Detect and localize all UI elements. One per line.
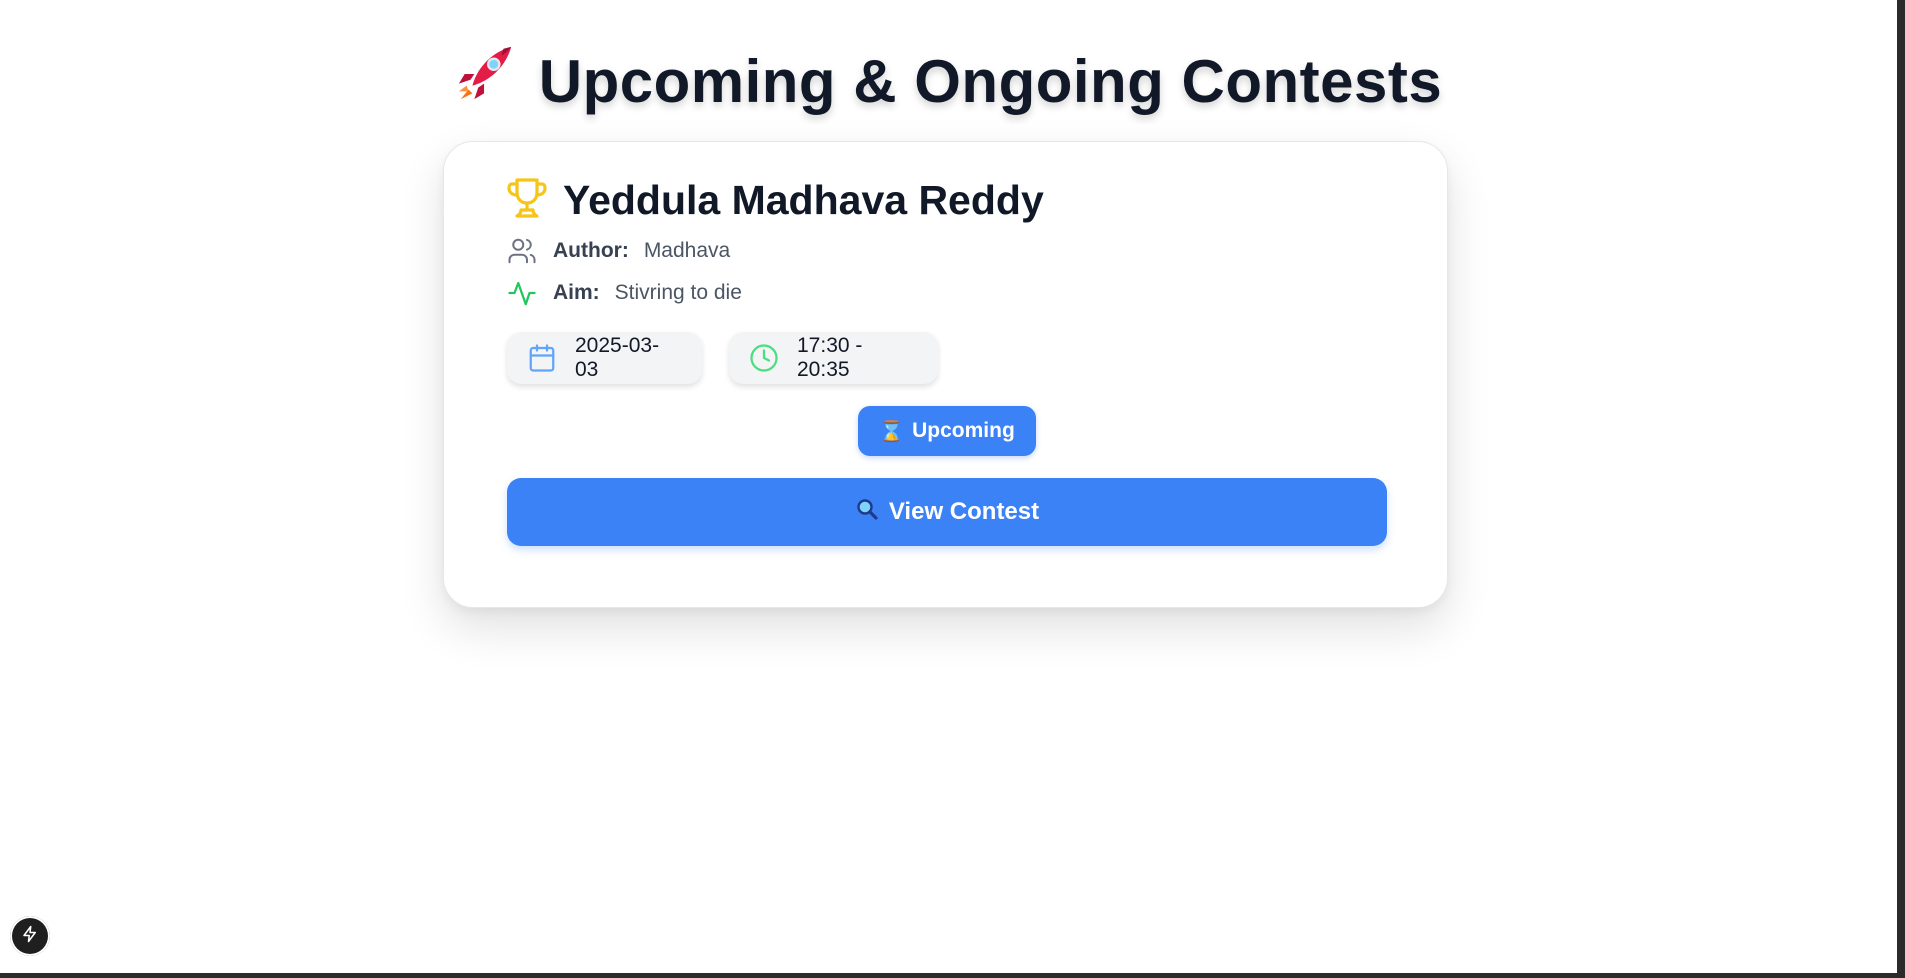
rocket-icon [455,41,517,123]
clock-icon [749,343,779,373]
aim-value: Stivring to die [614,281,742,304]
aim-label: Aim: [553,281,600,304]
author-label: Author: [553,239,629,262]
trophy-icon [507,176,547,225]
hourglass-icon: ⌛ [879,420,905,443]
view-contest-label: View Contest [888,498,1040,525]
page-title-text: Upcoming & Ongoing Contests [538,48,1443,116]
contest-card: Yeddula Madhava Reddy Author: Madhava Ai… [443,141,1448,608]
contest-time: 17:30 - 20:35 [797,334,863,381]
contest-title: Yeddula Madhava Reddy [563,177,1044,223]
status-badge: ⌛ Upcoming [858,406,1036,456]
view-contest-button[interactable]: View Contest [507,478,1387,546]
dev-tools-badge[interactable] [10,916,50,956]
author-row: Author: Madhava [507,236,730,266]
date-pill: 2025-03-03 [507,332,702,384]
activity-icon [507,278,537,308]
aim-row: Aim: Stivring to die [507,278,742,308]
author-value: Madhava [643,239,731,262]
time-pill: 17:30 - 20:35 [729,332,938,384]
magnifier-icon [855,497,879,528]
status-label: Upcoming [912,419,1015,442]
lightning-icon [21,925,39,948]
page-title: Upcoming & Ongoing Contests [0,38,1897,123]
users-icon [507,236,537,266]
calendar-icon [527,343,557,373]
contest-card-header: Yeddula Madhava Reddy [507,176,1044,225]
contest-date: 2025-03-03 [575,334,660,381]
